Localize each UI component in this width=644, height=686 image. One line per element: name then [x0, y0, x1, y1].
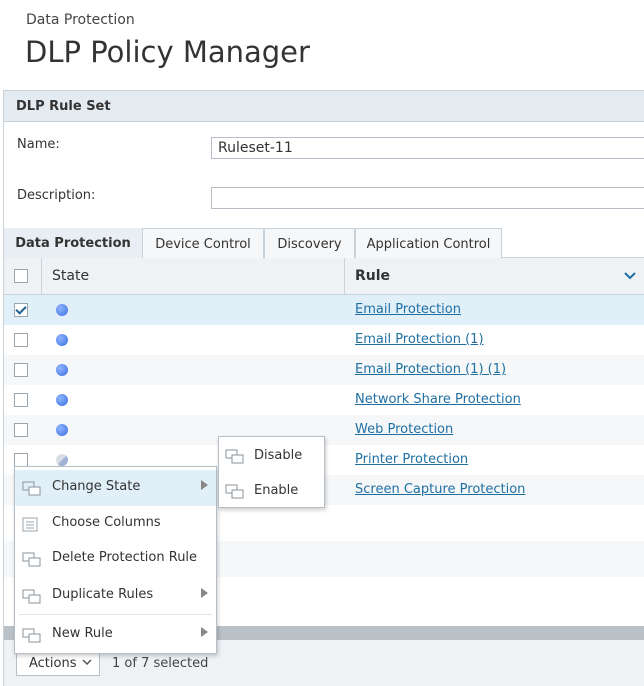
grid-header: State Rule: [4, 258, 644, 295]
actions-button[interactable]: Actions: [16, 651, 100, 676]
state-partial-icon: [56, 454, 68, 466]
state-enabled-icon: [56, 394, 68, 406]
tab-device-control[interactable]: Device Control: [142, 228, 264, 258]
state-icon: [22, 481, 41, 496]
state-enabled-icon: [56, 304, 68, 316]
selection-count: 1 of 7 selected: [112, 656, 209, 671]
row-checkbox[interactable]: [14, 333, 28, 347]
menu-item-disable[interactable]: Disable: [219, 438, 324, 472]
menu-item-duplicate-rules[interactable]: Duplicate Rules: [15, 578, 216, 614]
page-title: DLP Policy Manager: [25, 35, 310, 69]
rule-link[interactable]: Email Protection (1) (1): [355, 362, 506, 377]
menu-item-delete-protection-rule[interactable]: Delete Protection Rule: [15, 541, 216, 577]
row-checkbox[interactable]: [14, 363, 28, 377]
submenu-arrow-icon: [201, 588, 208, 598]
actions-context-menu: Change State Choose Columns Delete Prote…: [14, 466, 217, 654]
table-row[interactable]: Email Protection: [4, 295, 644, 325]
rule-link[interactable]: Screen Capture Protection: [355, 482, 525, 497]
panel-header: DLP Rule Set: [4, 90, 644, 122]
state-enabled-icon: [56, 334, 68, 346]
chevron-down-icon[interactable]: [624, 272, 636, 280]
tab-discovery[interactable]: Discovery: [264, 228, 355, 258]
menu-item-choose-columns[interactable]: Choose Columns: [15, 506, 216, 542]
enable-icon: [225, 484, 244, 499]
menu-item-enable[interactable]: Enable: [219, 473, 324, 507]
table-row[interactable]: Email Protection (1): [4, 325, 644, 355]
rule-link[interactable]: Email Protection: [355, 302, 461, 317]
rule-link[interactable]: Web Protection: [355, 422, 453, 437]
tab-application-control[interactable]: Application Control: [355, 228, 502, 258]
table-row[interactable]: Email Protection (1) (1): [4, 355, 644, 385]
panel-title: DLP Rule Set: [16, 99, 111, 114]
description-field[interactable]: [211, 187, 644, 209]
delete-rule-icon: [22, 552, 41, 567]
duplicate-icon: [22, 589, 41, 604]
breadcrumb: Data Protection: [26, 12, 135, 28]
rule-link[interactable]: Network Share Protection: [355, 392, 521, 407]
name-label: Name:: [17, 137, 60, 152]
tab-bar: Data Protection Device Control Discovery…: [4, 228, 644, 258]
actions-label: Actions: [29, 656, 77, 671]
submenu-arrow-icon: [201, 480, 208, 490]
disable-icon: [225, 449, 244, 464]
row-checkbox[interactable]: [14, 453, 28, 467]
menu-item-change-state[interactable]: Change State: [15, 470, 216, 506]
rule-link[interactable]: Printer Protection: [355, 452, 468, 467]
state-enabled-icon: [56, 424, 68, 436]
description-label: Description:: [17, 188, 96, 203]
rule-column-header[interactable]: Rule: [355, 268, 390, 284]
state-column-header[interactable]: State: [52, 268, 89, 284]
change-state-submenu: Disable Enable: [218, 436, 325, 508]
submenu-arrow-icon: [201, 627, 208, 637]
chevron-down-icon: [82, 659, 92, 666]
state-enabled-icon: [56, 364, 68, 376]
tab-data-protection[interactable]: Data Protection: [4, 228, 142, 258]
row-checkbox[interactable]: [14, 303, 28, 317]
select-all-checkbox[interactable]: [14, 269, 28, 283]
columns-icon: [22, 517, 38, 532]
name-field[interactable]: Ruleset-11: [211, 137, 644, 159]
rule-link[interactable]: Email Protection (1): [355, 332, 484, 347]
row-checkbox[interactable]: [14, 393, 28, 407]
table-row[interactable]: Network Share Protection: [4, 385, 644, 415]
new-rule-icon: [22, 628, 41, 643]
menu-item-new-rule[interactable]: New Rule: [15, 617, 216, 653]
row-checkbox[interactable]: [14, 423, 28, 437]
